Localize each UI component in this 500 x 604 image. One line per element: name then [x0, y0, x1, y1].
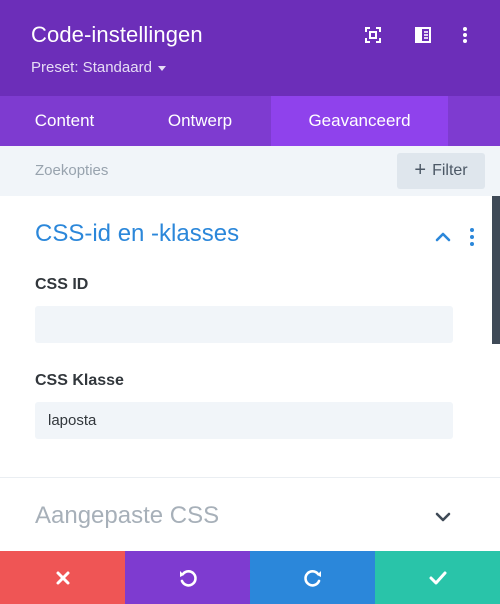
cancel-button[interactable] [0, 551, 125, 604]
css-id-input[interactable] [35, 306, 453, 343]
tab-ontwerp[interactable]: Ontwerp [129, 96, 271, 146]
undo-icon [179, 569, 197, 587]
section-title-custom-css[interactable]: Aangepaste CSS [35, 502, 219, 530]
modal-title: Code-instellingen [31, 22, 203, 47]
plus-icon: + [414, 159, 427, 181]
section-title-css-ids[interactable]: CSS-id en -klasses [35, 220, 239, 248]
section-divider [0, 477, 500, 478]
save-button[interactable] [375, 551, 500, 604]
scrollbar[interactable] [492, 196, 500, 344]
more-vertical-icon[interactable] [454, 24, 476, 46]
check-icon [429, 571, 446, 584]
settings-tabs: Content Ontwerp Geavanceerd [0, 96, 500, 146]
settings-header: Code-instellingen Preset: Standaard [0, 0, 500, 96]
chevron-up-icon[interactable] [433, 228, 453, 246]
fullscreen-icon[interactable] [362, 24, 384, 46]
redo-icon [303, 569, 321, 587]
undo-button[interactable] [125, 551, 250, 604]
chevron-down-icon[interactable] [433, 508, 453, 526]
search-options-input[interactable] [35, 162, 335, 179]
filter-label: Filter [432, 162, 468, 179]
caret-down-icon [157, 66, 166, 71]
filter-button[interactable]: + Filter [397, 153, 485, 189]
css-class-input[interactable] [35, 402, 453, 439]
section-more-icon[interactable] [466, 227, 478, 247]
redo-button[interactable] [250, 551, 375, 604]
css-class-label: CSS Klasse [35, 372, 124, 389]
close-icon [56, 571, 69, 584]
action-footer [0, 551, 500, 604]
preset-label: Preset: Standaard [31, 59, 152, 76]
preset-dropdown[interactable]: Preset: Standaard [31, 59, 166, 76]
tab-content[interactable]: Content [0, 96, 129, 146]
tab-geavanceerd[interactable]: Geavanceerd [271, 96, 448, 146]
sidebar-layout-icon[interactable] [412, 24, 434, 46]
css-id-label: CSS ID [35, 276, 89, 293]
